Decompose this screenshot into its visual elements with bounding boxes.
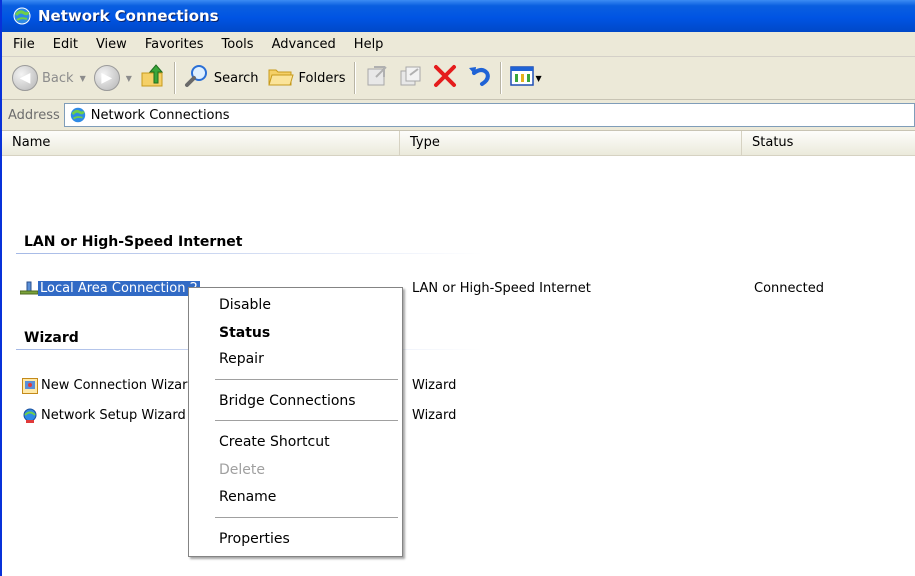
window-title: Network Connections xyxy=(38,7,219,25)
wizard-name[interactable]: New Connection Wizard xyxy=(41,375,196,397)
network-connections-icon xyxy=(69,106,87,124)
search-button[interactable]: Search xyxy=(180,61,263,95)
lan-connection-icon xyxy=(19,281,39,297)
wizard-type: Wizard xyxy=(412,408,457,423)
menu-separator xyxy=(215,420,398,421)
copy-to-icon xyxy=(398,63,424,93)
toolbar-separator xyxy=(173,62,176,94)
column-header-name[interactable]: Name xyxy=(2,131,400,155)
list-item[interactable]: Network Setup Wizard Wizard xyxy=(2,405,915,427)
network-connections-icon xyxy=(12,6,32,26)
context-menu: Disable Status Repair Bridge Connections… xyxy=(188,287,403,557)
up-folder-button[interactable] xyxy=(136,61,170,95)
menu-advanced[interactable]: Advanced xyxy=(263,37,345,52)
menu-file[interactable]: File xyxy=(2,37,44,52)
search-label: Search xyxy=(213,70,259,86)
folders-button[interactable]: Folders xyxy=(263,61,350,95)
folders-icon xyxy=(267,64,295,92)
network-connections-window: Network Connections File Edit View Favor… xyxy=(0,0,915,576)
list-item[interactable]: New Connection Wizard Wizard xyxy=(2,375,915,397)
title-bar[interactable]: Network Connections xyxy=(2,0,915,32)
menu-edit[interactable]: Edit xyxy=(44,37,87,52)
move-to-button[interactable] xyxy=(360,61,394,95)
connection-status: Connected xyxy=(754,281,825,296)
forward-dropdown-icon[interactable]: ▼ xyxy=(126,74,132,83)
column-header-type[interactable]: Type xyxy=(400,131,742,155)
up-folder-icon xyxy=(140,63,166,93)
forward-button[interactable]: ▶ ▼ xyxy=(90,61,136,95)
menu-item-bridge-connections[interactable]: Bridge Connections xyxy=(189,390,402,412)
back-button[interactable]: ◀ Back ▼ xyxy=(8,61,90,95)
address-label: Address xyxy=(8,107,60,123)
views-dropdown-icon[interactable]: ▼ xyxy=(536,74,542,83)
connection-name[interactable]: Local Area Connection 2 xyxy=(38,281,200,296)
undo-icon xyxy=(466,63,492,93)
menu-separator xyxy=(215,517,398,518)
menu-separator xyxy=(215,379,398,380)
address-bar: Address Network Connections xyxy=(2,100,915,131)
menu-item-rename[interactable]: Rename xyxy=(189,486,402,508)
views-button[interactable]: ▼ xyxy=(506,61,546,95)
column-header-status[interactable]: Status xyxy=(742,131,915,155)
toolbar-separator xyxy=(499,62,502,94)
menu-favorites[interactable]: Favorites xyxy=(136,37,213,52)
menu-item-disable[interactable]: Disable xyxy=(189,294,402,316)
group-title: LAN or High-Speed Internet xyxy=(24,234,243,250)
new-connection-wizard-icon xyxy=(22,378,38,394)
move-to-icon xyxy=(364,63,390,93)
toolbar: ◀ Back ▼ ▶ ▼ Search Folders ▼ xyxy=(2,57,915,100)
back-arrow-icon: ◀ xyxy=(12,65,38,91)
menu-item-delete: Delete xyxy=(219,462,265,478)
menu-item-repair[interactable]: Repair xyxy=(189,348,402,370)
group-divider xyxy=(16,253,482,254)
wizard-name[interactable]: Network Setup Wizard xyxy=(41,405,186,427)
group-lan: LAN or High-Speed Internet xyxy=(2,231,482,254)
list-item[interactable]: Local Area Connection 2 LAN or High-Spee… xyxy=(2,278,915,300)
copy-to-button[interactable] xyxy=(394,61,428,95)
address-field[interactable]: Network Connections xyxy=(63,103,915,127)
menu-item-properties[interactable]: Properties xyxy=(189,528,402,550)
connection-type: LAN or High-Speed Internet xyxy=(412,281,591,296)
menu-view[interactable]: View xyxy=(87,37,136,52)
views-icon xyxy=(509,65,534,91)
menu-help[interactable]: Help xyxy=(345,37,393,52)
forward-arrow-icon: ▶ xyxy=(93,65,120,91)
toolbar-separator xyxy=(353,62,356,94)
list-header: Name Type Status xyxy=(2,131,915,156)
undo-button[interactable] xyxy=(462,61,496,95)
folders-label: Folders xyxy=(298,70,346,86)
address-value: Network Connections xyxy=(90,107,230,123)
menu-item-create-shortcut[interactable]: Create Shortcut xyxy=(189,431,402,453)
network-setup-wizard-icon xyxy=(22,408,38,424)
search-icon xyxy=(184,63,210,93)
delete-icon xyxy=(432,63,458,93)
wizard-type: Wizard xyxy=(412,378,457,393)
delete-button[interactable] xyxy=(428,61,462,95)
back-dropdown-icon[interactable]: ▼ xyxy=(80,74,86,83)
menu-tools[interactable]: Tools xyxy=(213,37,263,52)
back-label: Back xyxy=(42,70,74,86)
menu-bar: File Edit View Favorites Tools Advanced … xyxy=(2,32,915,57)
menu-item-status[interactable]: Status xyxy=(189,322,402,344)
